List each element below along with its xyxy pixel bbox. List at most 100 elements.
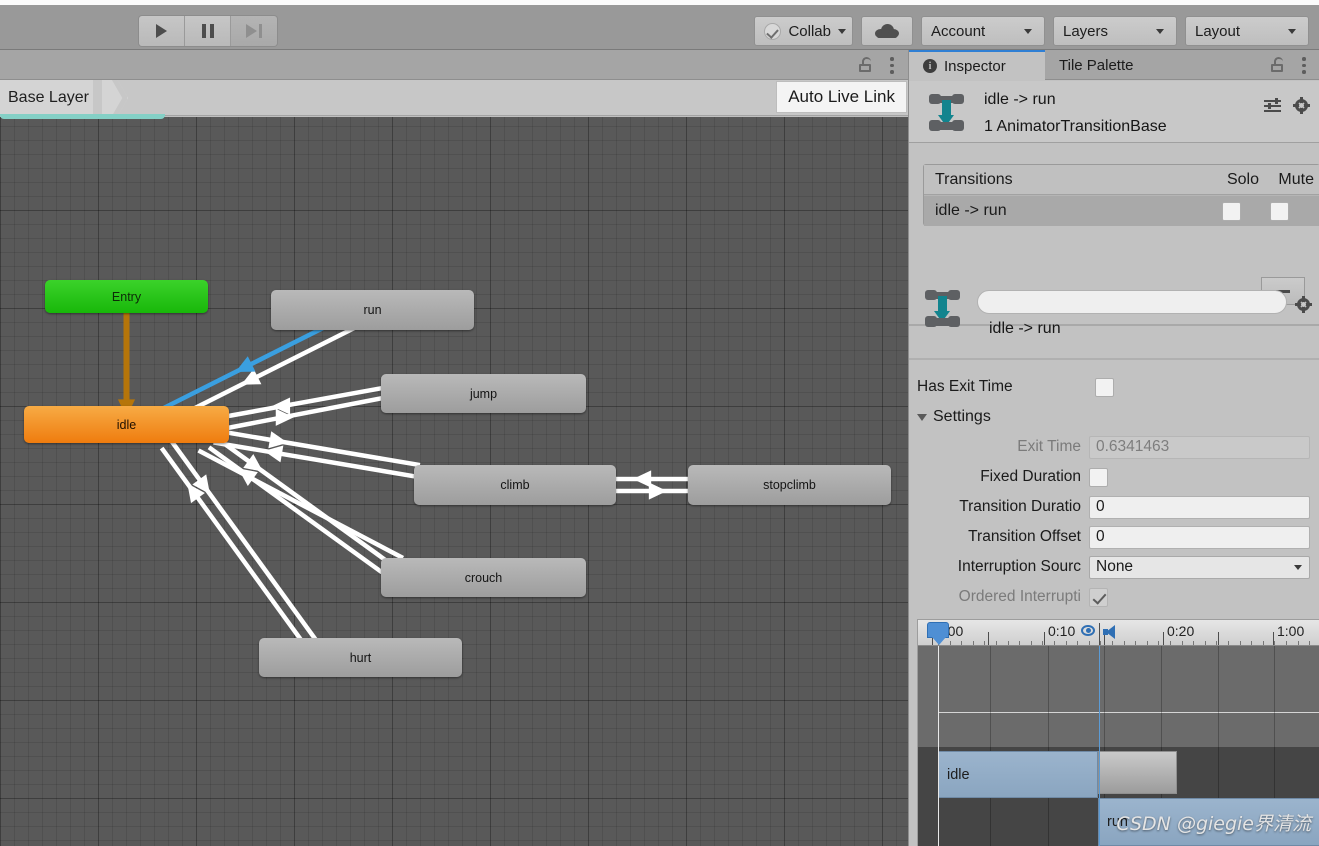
ruler-minor-tick bbox=[1298, 641, 1299, 645]
transition-arrowhead bbox=[633, 470, 652, 488]
collab-button[interactable]: Collab bbox=[754, 16, 853, 46]
solo-checkbox[interactable] bbox=[1222, 201, 1241, 221]
animator-panel: Base Layer Auto Live Link Entry idle run ju… bbox=[0, 50, 908, 846]
divider bbox=[909, 358, 1319, 360]
state-node-idle[interactable]: idle bbox=[24, 406, 229, 443]
has-exit-time-label: Has Exit Time bbox=[917, 378, 1013, 395]
settings-foldout-label: Settings bbox=[933, 408, 991, 425]
transition-edge[interactable] bbox=[159, 446, 310, 651]
ruler-minor-tick bbox=[1124, 641, 1125, 645]
mute-checkbox[interactable] bbox=[1270, 201, 1289, 221]
ruler-minor-tick bbox=[1008, 641, 1009, 645]
ruler-minor-tick bbox=[1216, 641, 1217, 645]
settings-fields: Exit Time 0.6341463 Fixed Duration Transiti… bbox=[909, 432, 1319, 612]
state-node-jump[interactable]: jump bbox=[381, 374, 586, 413]
pause-icon bbox=[201, 24, 214, 38]
tab-inspector-label: Inspector bbox=[944, 57, 1006, 75]
ruler-minor-tick bbox=[1251, 641, 1252, 645]
ruler-minor-tick bbox=[1286, 641, 1287, 645]
inspector-title: idle -> run bbox=[984, 91, 1056, 108]
timeline-ruler[interactable]: 0:00 0:10 0:20 1:00 bbox=[918, 620, 1319, 646]
step-button[interactable] bbox=[231, 16, 277, 46]
ruler-minor-tick bbox=[1054, 641, 1055, 645]
breadcrumb-arrow-icon bbox=[102, 80, 128, 116]
settings-field-value: None bbox=[1096, 558, 1134, 575]
lock-icon[interactable] bbox=[1271, 57, 1284, 72]
layers-button[interactable]: Layers bbox=[1053, 16, 1177, 46]
ruler-minor-tick bbox=[1077, 641, 1078, 645]
cloud-button[interactable] bbox=[861, 16, 913, 46]
settings-field-input[interactable]: 0.6341463 bbox=[1089, 435, 1310, 459]
has-exit-time-checkbox[interactable] bbox=[1095, 377, 1114, 397]
state-node-climb[interactable]: climb bbox=[414, 465, 616, 505]
speaker-icon[interactable] bbox=[1103, 624, 1119, 640]
play-button[interactable] bbox=[139, 16, 185, 46]
gear-icon[interactable] bbox=[1295, 296, 1312, 313]
state-node-hurt[interactable]: hurt bbox=[259, 638, 462, 677]
state-node-label: stopclimb bbox=[763, 478, 816, 492]
settings-field-checkbox[interactable] bbox=[1089, 587, 1108, 607]
playhead-line bbox=[938, 646, 939, 846]
settings-field-row: Transition Offset 0 bbox=[909, 522, 1319, 552]
layout-button[interactable]: Layout bbox=[1185, 16, 1309, 46]
timeline-gridline bbox=[1048, 646, 1049, 846]
state-node-entry[interactable]: Entry bbox=[45, 280, 208, 313]
settings-field-checkbox[interactable] bbox=[1089, 467, 1108, 487]
state-node-crouch[interactable]: crouch bbox=[381, 558, 586, 597]
pause-button[interactable] bbox=[185, 16, 231, 46]
tab-tile-palette[interactable]: Tile Palette bbox=[1045, 50, 1147, 80]
ruler-minor-tick bbox=[973, 641, 974, 645]
ruler-major-tick bbox=[988, 632, 989, 645]
transitions-title: Transitions bbox=[935, 170, 1013, 188]
transition-timeline[interactable]: 0:00 0:10 0:20 1:00 idle run CSDN @giegie界清流 bbox=[917, 619, 1319, 846]
sliders-icon[interactable] bbox=[1264, 98, 1281, 113]
chevron-down-icon bbox=[1294, 564, 1302, 570]
ruler-minor-tick bbox=[1309, 641, 1310, 645]
tab-inspector[interactable]: i Inspector bbox=[909, 50, 1045, 80]
ruler-major-tick bbox=[1044, 632, 1045, 645]
ruler-minor-tick bbox=[1228, 641, 1229, 645]
panel-menu-icon[interactable] bbox=[1302, 57, 1306, 77]
ruler-minor-tick bbox=[1263, 641, 1264, 645]
lock-icon[interactable] bbox=[859, 57, 872, 72]
settings-field-row: Ordered Interrupti bbox=[909, 582, 1319, 612]
ruler-minor-tick bbox=[1089, 641, 1090, 645]
settings-field-row: Fixed Duration bbox=[909, 462, 1319, 492]
window-top-strip bbox=[0, 0, 1319, 5]
ruler-minor-tick bbox=[1193, 641, 1194, 645]
inspector-header: idle -> run 1 AnimatorTransitionBase bbox=[909, 81, 1319, 143]
account-label: Account bbox=[931, 22, 986, 40]
play-icon bbox=[156, 24, 167, 38]
table-row[interactable]: idle -> run bbox=[924, 196, 1319, 226]
ruler-minor-tick bbox=[961, 641, 962, 645]
transition-settings: Has Exit Time Settings Exit Time 0.634146… bbox=[909, 372, 1319, 612]
state-node-run[interactable]: run bbox=[271, 290, 474, 330]
timeline-clip[interactable] bbox=[1098, 751, 1177, 794]
settings-field-input[interactable]: 0 bbox=[1089, 525, 1310, 549]
eye-icon[interactable] bbox=[1081, 625, 1095, 636]
settings-field-row: Exit Time 0.6341463 bbox=[909, 432, 1319, 462]
auto-live-link-button[interactable]: Auto Live Link bbox=[776, 81, 907, 113]
settings-field-dropdown[interactable]: None bbox=[1089, 555, 1310, 579]
animator-tabbar bbox=[0, 50, 908, 80]
playhead-handle[interactable] bbox=[927, 622, 949, 645]
transition-arrowhead bbox=[648, 482, 667, 500]
settings-foldout[interactable]: Settings bbox=[909, 402, 1319, 432]
info-icon: i bbox=[923, 59, 937, 73]
transition-name-input[interactable] bbox=[977, 290, 1287, 314]
account-button[interactable]: Account bbox=[921, 16, 1045, 46]
transition-icon bbox=[923, 290, 963, 328]
settings-field-label: Transition Duratio bbox=[959, 498, 1081, 515]
animator-graph-canvas[interactable]: Entry idle run jump climb stopclimb crouch hurt bbox=[0, 117, 908, 846]
state-node-stopclimb[interactable]: stopclimb bbox=[688, 465, 891, 505]
timeline-clip[interactable]: idle bbox=[938, 751, 1098, 798]
inspector-header-icons bbox=[1264, 97, 1310, 114]
marker-line bbox=[1099, 646, 1100, 846]
gear-icon[interactable] bbox=[1293, 97, 1310, 114]
ruler-minor-tick bbox=[1205, 641, 1206, 645]
panel-menu-icon[interactable] bbox=[890, 57, 894, 77]
settings-field-input[interactable]: 0 bbox=[1089, 495, 1310, 519]
breadcrumb-base-layer[interactable]: Base Layer bbox=[0, 80, 93, 116]
unity-animator-window: Collab Account Layers Layout Base Layer … bbox=[0, 0, 1319, 846]
timeline-clip-label: idle bbox=[947, 766, 970, 783]
